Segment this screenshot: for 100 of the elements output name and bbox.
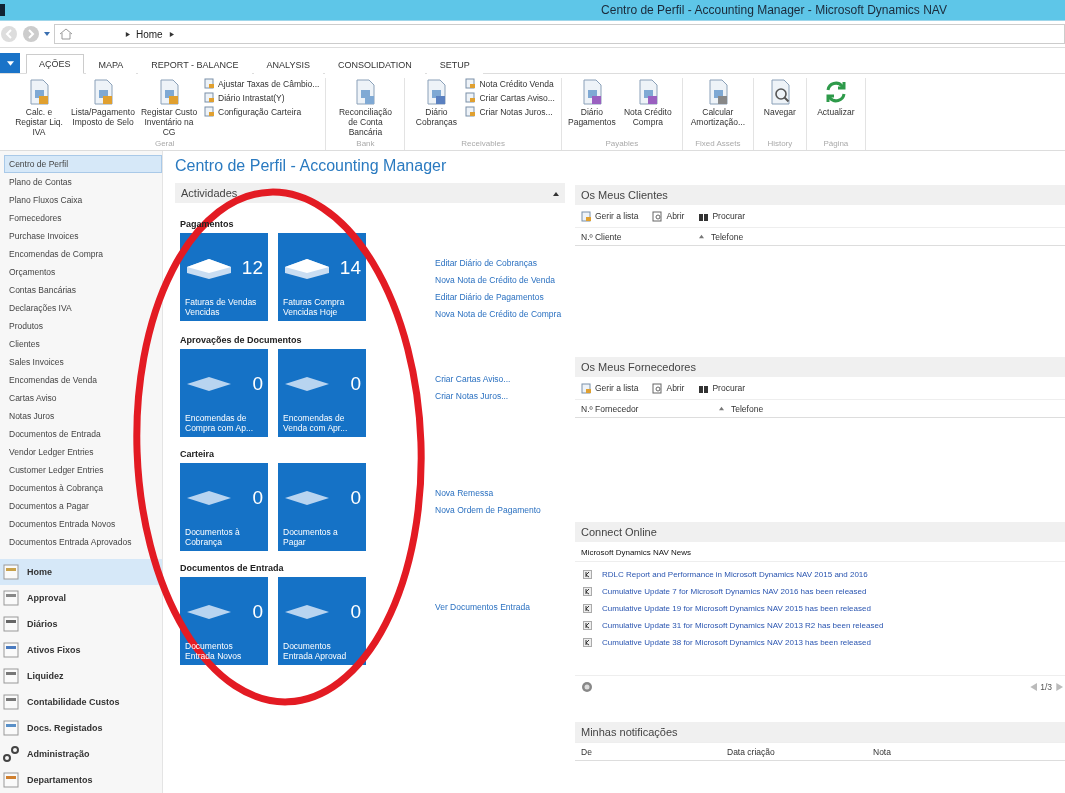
sidebar-item[interactable]: Vendor Ledger Entries: [4, 443, 162, 461]
section-title: Aprovações de Documentos: [180, 335, 303, 345]
app-menu-button[interactable]: [0, 53, 20, 73]
column-header[interactable]: Data criação: [727, 746, 873, 757]
feed-icon: [583, 587, 592, 596]
activity-tile[interactable]: 0 Encomendas de Venda com Apr...: [278, 349, 366, 437]
column-header[interactable]: De: [581, 746, 727, 757]
sidebar-item[interactable]: Sales Invoices: [4, 353, 162, 371]
separator-icon: [125, 31, 130, 37]
news-link[interactable]: Cumulative Update 19 for Microsoft Dynamics NAV 2015 has been released: [602, 604, 871, 613]
ribbon-button[interactable]: Ajustar Taxas de Câmbio...: [204, 78, 320, 89]
activity-tile[interactable]: 0 Documentos à Cobrança: [180, 463, 268, 551]
breadcrumb-item[interactable]: Home: [136, 28, 163, 40]
action-link[interactable]: Criar Notas Juros...: [435, 388, 511, 405]
sidebar-item[interactable]: Orçamentos: [4, 263, 162, 281]
ribbon-button[interactable]: Configuração Carteira: [204, 106, 320, 117]
sidebar-item[interactable]: Encomendas de Venda: [4, 371, 162, 389]
sidebar-item[interactable]: Produtos: [4, 317, 162, 335]
ribbon-button[interactable]: Registar Custo Inventário na CG: [138, 78, 200, 138]
nav-item[interactable]: Diários: [0, 611, 162, 637]
action-link[interactable]: Criar Cartas Aviso...: [435, 371, 511, 388]
column-header[interactable]: Telefone: [731, 403, 764, 414]
sidebar-item[interactable]: Encomendas de Compra: [4, 245, 162, 263]
sidebar-item[interactable]: Clientes: [4, 335, 162, 353]
nav-item[interactable]: Contabilidade Custos: [0, 689, 162, 715]
nav-item[interactable]: Administração: [0, 741, 162, 767]
ribbon-button[interactable]: Nota Crédito Compra: [619, 78, 676, 128]
ribbon-button[interactable]: Reconciliação de Conta Bancária: [332, 78, 399, 138]
news-link[interactable]: Cumulative Update 31 for Microsoft Dynamics NAV 2013 R2 has been released: [602, 621, 884, 630]
activity-tile[interactable]: 14 Faturas Compra Vencidas Hoje: [278, 233, 366, 321]
news-link[interactable]: Cumulative Update 7 for Microsoft Dynamics NAV 2016 has been released: [602, 587, 867, 596]
column-header[interactable]: Nota: [873, 746, 891, 757]
nav-item[interactable]: Departamentos: [0, 767, 162, 793]
action-link[interactable]: Nova Ordem de Pagamento: [435, 502, 541, 519]
app-icon: [0, 4, 5, 16]
toolbar-button[interactable]: Gerir a lista: [581, 382, 639, 394]
sort-icon: [698, 234, 704, 239]
column-header[interactable]: N.º Cliente: [581, 231, 691, 242]
ribbon-button[interactable]: Criar Notas Juros...: [465, 106, 555, 117]
action-link[interactable]: Nova Remessa: [435, 485, 541, 502]
sidebar-item[interactable]: Documentos de Entrada: [4, 425, 162, 443]
nav-item[interactable]: Ativos Fixos: [0, 637, 162, 663]
sidebar-item[interactable]: Centro de Perfil: [4, 155, 162, 173]
activity-tile[interactable]: 0 Documentos Entrada Aprovad: [278, 577, 366, 665]
group-label: Fixed Assets: [695, 139, 741, 150]
ribbon-button[interactable]: Navegar: [759, 78, 800, 118]
separator-icon: [168, 31, 174, 37]
panel-header: Minhas notificações: [575, 722, 1065, 742]
action-link[interactable]: Nova Nota de Crédito de Venda: [435, 272, 562, 289]
ribbon-button[interactable]: Diário Intrastat(Y): [204, 92, 320, 103]
address-bar[interactable]: Home: [54, 24, 1065, 44]
toolbar-button[interactable]: Abrir: [652, 382, 685, 394]
sidebar-item[interactable]: Fornecedores: [4, 209, 162, 227]
panel-header[interactable]: Actividades: [175, 183, 565, 203]
column-header[interactable]: N.º Fornecedor: [581, 403, 711, 414]
action-link[interactable]: Nova Nota de Crédito de Compra: [435, 306, 562, 323]
activity-tile[interactable]: 0 Encomendas de Compra com Ap...: [180, 349, 268, 437]
toolbar-button[interactable]: Procurar: [698, 382, 745, 394]
action-link[interactable]: Editar Diário de Cobranças: [435, 255, 562, 272]
news-link[interactable]: RDLC Report and Performance in Microsoft Dynamics NAV 2015 and 2016: [602, 570, 868, 579]
sidebar-item[interactable]: Plano de Contas: [4, 173, 162, 191]
activity-tile[interactable]: 0 Documentos a Pagar: [278, 463, 366, 551]
sidebar-item[interactable]: Documentos à Cobrança: [4, 479, 162, 497]
ribbon-tab[interactable]: AÇÕES: [26, 54, 84, 74]
sidebar-item[interactable]: Cartas Aviso: [4, 389, 162, 407]
sidebar-item[interactable]: Documentos Entrada Aprovados: [4, 533, 162, 551]
sidebar-item[interactable]: Plano Fluxos Caixa: [4, 191, 162, 209]
sidebar-item[interactable]: Notas Juros: [4, 407, 162, 425]
feed-icon: [583, 604, 592, 613]
action-link[interactable]: Ver Documentos Entrada: [435, 599, 530, 616]
toolbar-button[interactable]: Procurar: [698, 210, 745, 222]
news-link[interactable]: Cumulative Update 38 for Microsoft Dynamics NAV 2013 has been released: [602, 638, 871, 647]
sidebar-item[interactable]: Customer Ledger Entries: [4, 461, 162, 479]
sidebar-item[interactable]: Documentos Entrada Novos: [4, 515, 162, 533]
ribbon-button[interactable]: Nota Crédito Venda: [465, 78, 555, 89]
nav-item[interactable]: Approval: [0, 585, 162, 611]
column-header[interactable]: Telefone: [711, 231, 744, 242]
page-title: Centro de Perfil - Accounting Manager: [175, 157, 448, 176]
sidebar-item[interactable]: Declarações IVA: [4, 299, 162, 317]
ribbon-button[interactable]: Diário Pagamentos: [567, 78, 616, 128]
nav-item[interactable]: Docs. Registados: [0, 715, 162, 741]
toolbar-button[interactable]: Abrir: [652, 210, 685, 222]
nav-item[interactable]: Liquidez: [0, 663, 162, 689]
ribbon-button[interactable]: Calcular Amortização...: [688, 78, 747, 128]
ribbon-button[interactable]: Lista/Pagamento Imposto de Selo: [72, 78, 134, 128]
globe-icon[interactable]: [581, 681, 593, 693]
section-title: Documentos de Entrada: [180, 563, 285, 573]
ribbon-button[interactable]: Diário Cobranças: [411, 78, 462, 128]
sidebar-item[interactable]: Purchase Invoices: [4, 227, 162, 245]
toolbar-button[interactable]: Gerir a lista: [581, 210, 639, 222]
sidebar-item[interactable]: Documentos a Pagar: [4, 497, 162, 515]
nav-item[interactable]: Home: [0, 559, 162, 585]
ribbon-button[interactable]: Actualizar: [812, 78, 859, 118]
action-link[interactable]: Editar Diário de Pagamentos: [435, 289, 562, 306]
next-icon: [1055, 683, 1063, 691]
home-icon: [59, 28, 73, 40]
ribbon-button[interactable]: Calc. e Registar Liq. IVA: [10, 78, 68, 138]
ribbon-button[interactable]: Criar Cartas Aviso...: [465, 92, 555, 103]
activity-tile[interactable]: 12 Faturas de Vendas Vencidas: [180, 233, 268, 321]
sidebar-item[interactable]: Contas Bancárias: [4, 281, 162, 299]
